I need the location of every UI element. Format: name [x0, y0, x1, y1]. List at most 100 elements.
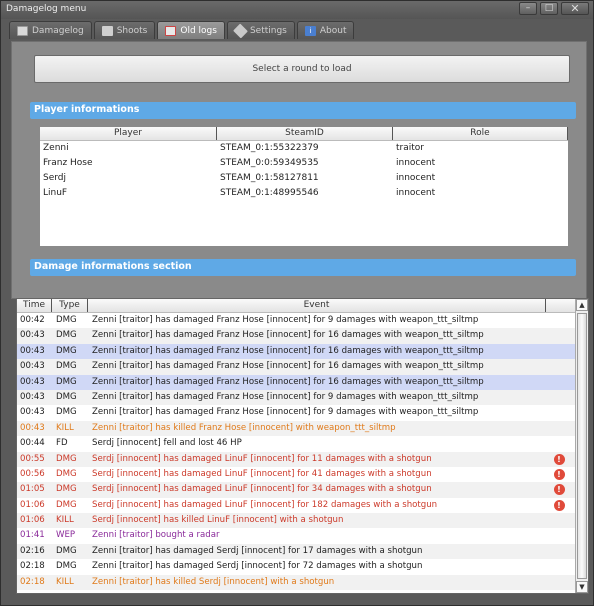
warning-slot — [548, 513, 570, 528]
warning-slot — [548, 313, 570, 328]
log-time: 00:43 — [20, 330, 45, 341]
log-row[interactable]: 00:44 FD Serdj [innocent] fell and lost 46… — [17, 436, 576, 451]
column-header-event[interactable]: Event — [88, 299, 546, 312]
warning-slot — [548, 359, 570, 374]
column-header-steamid[interactable]: SteamID — [217, 127, 393, 140]
tab-old-logs[interactable]: Old logs — [157, 21, 225, 39]
warning-slot — [548, 375, 570, 390]
player-role: traitor — [396, 143, 424, 153]
log-event: Serdj [innocent] fell and lost 46 HP — [92, 438, 242, 449]
log-event: Zenni [traitor] has damaged Franz Hose [… — [92, 376, 484, 387]
log-row[interactable]: 00:43 DMG Zenni [traitor] has damaged Fran… — [17, 328, 576, 344]
log-event: Zenni [traitor] has killed Serdj [innoce… — [92, 576, 335, 587]
log-type: DMG — [56, 484, 77, 495]
warning-slot — [548, 544, 570, 559]
warning-slot: ! — [548, 498, 570, 513]
column-header-role[interactable]: Role — [393, 127, 568, 140]
column-header-extra — [546, 299, 576, 312]
log-time: 01:41 — [20, 530, 45, 541]
log-time: 00:43 — [20, 345, 45, 356]
warning-slot — [548, 344, 570, 359]
log-row[interactable]: 00:43 DMG Zenni [traitor] has damaged Fran… — [17, 359, 576, 375]
player-row[interactable]: Zenni STEAM_0:1:55322379 traitor — [40, 141, 568, 156]
shoot-icon — [101, 25, 113, 36]
player-rows: Zenni STEAM_0:1:55322379 traitor Franz Hose… — [40, 141, 568, 201]
column-header-time[interactable]: Time — [17, 299, 52, 312]
tab-label: About — [319, 25, 347, 36]
log-type: DMG — [56, 361, 77, 372]
log-time: 00:42 — [20, 315, 45, 325]
tab-about[interactable]: i About — [296, 21, 355, 39]
warning-slot: ! — [548, 467, 570, 482]
log-scrollbar[interactable]: ▲ ▼ — [575, 299, 588, 593]
warning-icon[interactable]: ! — [553, 484, 565, 496]
log-event: Serdj [innocent] has damaged LinuF [inno… — [92, 453, 432, 464]
settings-icon — [233, 23, 248, 38]
warning-icon[interactable]: ! — [553, 499, 565, 511]
tab-label: Shoots — [116, 25, 148, 36]
log-row[interactable]: 01:41 WEP Zenni [traitor] bought a radar — [17, 528, 576, 543]
warning-slot: ! — [548, 482, 570, 497]
player-section-header: Player informations — [30, 102, 576, 119]
warning-icon[interactable]: ! — [553, 453, 565, 465]
log-row[interactable]: 01:05 DMG Serdj [innocent] has damaged Lin… — [17, 482, 576, 498]
tab-damagelog[interactable]: Damagelog — [9, 21, 92, 39]
log-row[interactable]: 00:55 DMG Serdj [innocent] has damaged Lin… — [17, 451, 576, 467]
log-row[interactable]: 00:56 DMG Serdj [innocent] has damaged Lin… — [17, 467, 576, 482]
column-header-type[interactable]: Type — [52, 299, 88, 312]
log-event: Zenni [traitor] has damaged Serdj [innoc… — [92, 545, 423, 556]
player-name: Serdj — [43, 173, 67, 183]
player-row[interactable]: Serdj STEAM_0:1:58127811 innocent — [40, 171, 568, 186]
log-icon — [17, 25, 28, 36]
log-time: 02:16 — [20, 545, 45, 556]
player-row[interactable]: LinuF STEAM_0:1:48995546 innocent — [40, 186, 568, 201]
log-time: 00:55 — [20, 453, 45, 464]
warning-slot — [548, 559, 570, 574]
player-steamid: STEAM_0:1:48995546 — [220, 188, 319, 198]
log-row[interactable]: 00:43 DMG Zenni [traitor] has damaged Fran… — [17, 374, 576, 390]
log-header: Time Type Event — [17, 299, 588, 313]
column-header-player[interactable]: Player — [40, 127, 217, 140]
log-time: 02:18 — [20, 561, 45, 572]
title-bar: Damagelog menu – □ ✕ — [1, 1, 593, 19]
log-event: Zenni [traitor] has damaged Franz Hose [… — [92, 361, 484, 372]
tab-label: Damagelog — [32, 25, 84, 36]
close-button[interactable]: ✕ — [561, 2, 589, 15]
log-type: DMG — [56, 315, 77, 325]
scroll-thumb[interactable] — [577, 313, 587, 579]
select-round-button[interactable]: Select a round to load — [34, 55, 570, 83]
log-time: 01:06 — [20, 499, 45, 510]
log-event: Zenni [traitor] has damaged Franz Hose [… — [92, 391, 479, 402]
log-event: Zenni [traitor] has damaged Franz Hose [… — [92, 315, 479, 325]
minimize-button[interactable]: – — [519, 2, 537, 15]
log-time: 01:05 — [20, 484, 45, 495]
tab-settings[interactable]: Settings — [226, 21, 295, 39]
tab-shoots[interactable]: Shoots — [93, 21, 156, 39]
log-type: DMG — [56, 468, 77, 479]
warning-slot — [548, 528, 570, 543]
scroll-down-icon[interactable]: ▼ — [576, 581, 588, 593]
log-row[interactable]: 02:18 DMG Zenni [traitor] has damaged Serd… — [17, 559, 576, 574]
log-row[interactable]: 02:16 DMG Zenni [traitor] has damaged Serd… — [17, 543, 576, 560]
player-name: Zenni — [43, 143, 69, 153]
log-row[interactable]: 00:43 DMG Zenni [traitor] has damaged Fran… — [17, 343, 576, 360]
log-time: 00:43 — [20, 422, 45, 433]
damage-section-header: Damage informations section — [30, 259, 576, 276]
log-row[interactable]: 00:43 DMG Zenni [traitor] has damaged Fran… — [17, 389, 576, 406]
log-row[interactable]: 01:06 KILL Serdj [innocent] has killed Lin… — [17, 513, 576, 529]
damagelog-window: Damagelog menu – □ ✕ Damagelog Shoots Ol… — [0, 0, 594, 606]
tab-bar: Damagelog Shoots Old logs Settings i Abo… — [1, 19, 593, 39]
warning-icon[interactable]: ! — [553, 469, 565, 481]
about-icon: i — [304, 25, 316, 36]
tab-label: Old logs — [180, 25, 217, 36]
log-row[interactable]: 00:43 KILL Zenni [traitor] has killed Fran… — [17, 420, 576, 437]
player-row[interactable]: Franz Hose STEAM_0:0:59349535 innocent — [40, 156, 568, 171]
log-type: KILL — [56, 422, 74, 433]
log-event: Zenni [traitor] has damaged Franz Hose [… — [92, 330, 484, 341]
log-row[interactable]: 01:06 DMG Serdj [innocent] has damaged Lin… — [17, 498, 576, 513]
maximize-button[interactable]: □ — [540, 2, 558, 15]
log-row[interactable]: 02:18 KILL Zenni [traitor] has killed Serd… — [17, 574, 576, 591]
log-row[interactable]: 00:42 DMG Zenni [traitor] has damaged Fran… — [17, 313, 576, 328]
log-row[interactable]: 00:43 DMG Zenni [traitor] has damaged Fran… — [17, 405, 576, 420]
scroll-up-icon[interactable]: ▲ — [576, 299, 588, 311]
